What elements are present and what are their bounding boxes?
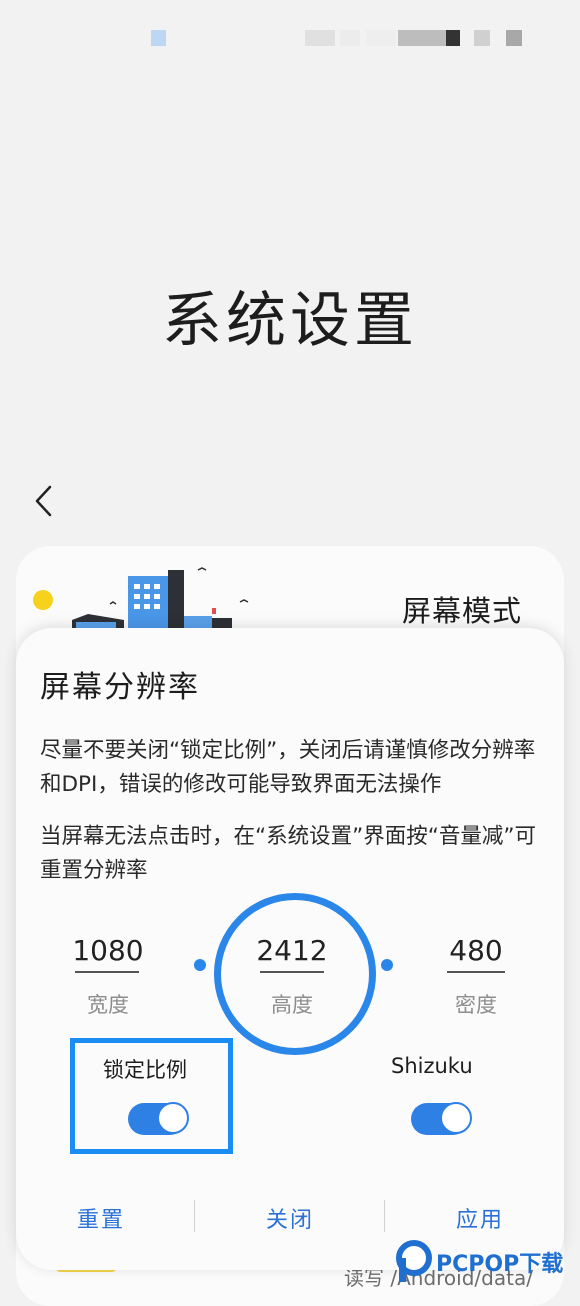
density-label: 密度	[455, 993, 497, 1017]
shizuku-label: Shizuku	[391, 1054, 473, 1078]
apply-button[interactable]: 应用	[420, 1202, 540, 1234]
height-underline	[260, 971, 324, 973]
separator-dot	[194, 959, 206, 971]
dialog-title: 屏幕分辨率	[40, 670, 200, 705]
status-indicator	[151, 30, 166, 46]
lock-ratio-toggle[interactable]	[128, 1102, 189, 1135]
height-input[interactable]: 2412	[250, 934, 334, 967]
status-icon	[366, 30, 396, 46]
page-title: 系统设置	[162, 286, 418, 356]
width-underline	[75, 971, 139, 973]
chevron-left-icon	[35, 485, 52, 517]
status-icon	[340, 30, 360, 46]
button-divider	[194, 1200, 195, 1232]
shizuku-toggle[interactable]	[411, 1102, 472, 1135]
button-divider	[384, 1200, 385, 1232]
reset-button[interactable]: 重置	[41, 1202, 161, 1234]
battery-icon	[506, 30, 522, 46]
width-label: 宽度	[87, 993, 129, 1017]
lock-ratio-label: 锁定比例	[103, 1058, 187, 1082]
status-icon	[446, 30, 460, 46]
screen-mode-title: 屏幕模式	[402, 594, 523, 628]
density-underline	[447, 971, 505, 973]
width-input[interactable]: 1080	[66, 934, 150, 967]
status-icon	[305, 30, 335, 46]
status-icon	[398, 30, 446, 46]
toggle-knob	[440, 1102, 472, 1134]
watermark-text: PCPOP下载	[436, 1252, 564, 1277]
close-button[interactable]: 关闭	[230, 1202, 350, 1234]
toggle-knob	[157, 1102, 189, 1134]
reset-hint-text: 当屏幕无法点击时，在“系统设置”界面按“音量减”可重置分辨率	[40, 824, 537, 883]
status-bar	[0, 30, 580, 48]
status-icon	[474, 30, 490, 46]
height-label: 高度	[271, 993, 313, 1017]
city-illustration	[33, 567, 249, 632]
separator-dot	[381, 959, 393, 971]
density-input[interactable]: 480	[434, 934, 518, 967]
back-button[interactable]	[28, 484, 62, 518]
height-highlight-ring	[214, 893, 376, 1055]
warning-text: 尽量不要关闭“锁定比例”，关闭后请谨慎修改分辨率和DPI，错误的修改可能导致界面…	[40, 738, 536, 797]
